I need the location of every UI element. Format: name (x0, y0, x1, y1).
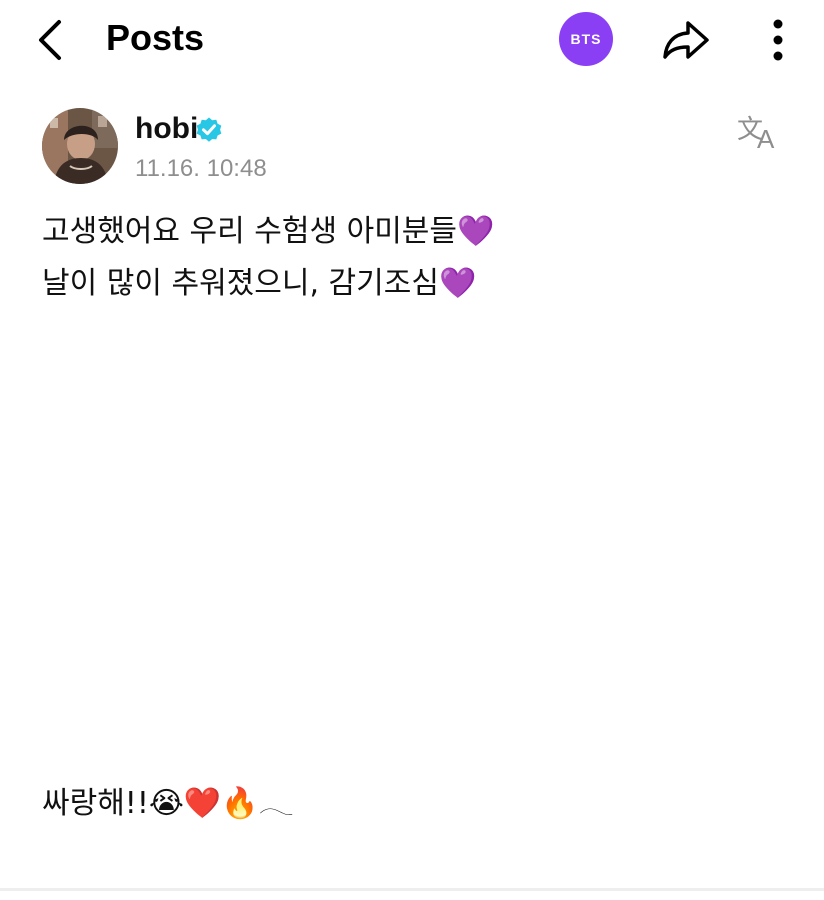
bottom-divider (0, 888, 824, 891)
post-body-line: 싸랑해!!😭❤️🔥𓂃 (42, 786, 294, 821)
avatar-photo (42, 108, 118, 184)
post-timestamp: 11.16. 10:48 (135, 155, 267, 182)
translate-button[interactable]: 文 A (734, 110, 786, 154)
share-arrow-icon (663, 21, 709, 59)
community-badge[interactable]: BTS (559, 12, 613, 66)
back-button[interactable] (28, 14, 72, 66)
author-avatar[interactable] (42, 108, 118, 184)
chevron-left-icon (39, 20, 61, 60)
author-name[interactable]: hobi (135, 110, 198, 148)
post-body-line: 고생했어요 우리 수험생 아미분들💜 (42, 214, 495, 249)
share-button[interactable] (658, 14, 714, 66)
more-vertical-icon (773, 19, 783, 61)
page-title: Posts (106, 17, 205, 58)
verified-badge-icon (196, 117, 222, 142)
more-options-button[interactable] (758, 12, 798, 68)
post-body-line: 날이 많이 추워졌으니, 감기조심💜 (42, 266, 477, 301)
top-app-bar: Posts BTS (0, 0, 824, 80)
community-badge-label: BTS (570, 31, 602, 47)
svg-text:A: A (757, 124, 775, 152)
translate-icon: 文 A (737, 115, 775, 152)
